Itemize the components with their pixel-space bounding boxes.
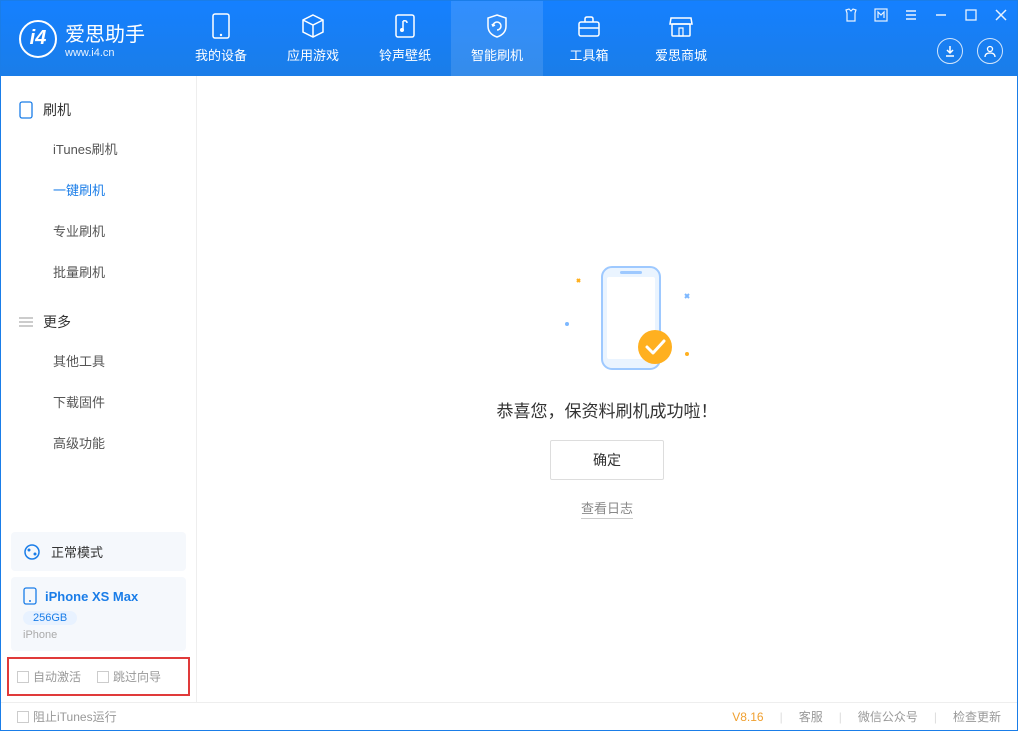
logo-icon: i4 [19,20,57,58]
device-panel: 正常模式 iPhone XS Max 256GB iPhone 自动激活 跳过向… [1,526,196,702]
checkbox-skip-guide[interactable]: 跳过向导 [97,668,161,685]
support-link[interactable]: 客服 [799,708,823,725]
sidebar-item-oneclick-flash[interactable]: 一键刷机 [1,169,196,210]
device-info[interactable]: iPhone XS Max 256GB iPhone [11,577,186,651]
view-log-link[interactable]: 查看日志 [581,498,633,519]
cube-icon [300,13,326,39]
user-button[interactable] [977,38,1003,64]
checkbox-icon [17,671,29,683]
wechat-link[interactable]: 微信公众号 [858,708,918,725]
success-message: 恭喜您，保资料刷机成功啦！ [497,397,718,422]
store-icon [668,13,694,39]
minimize-icon[interactable] [933,7,949,23]
sidebar-item-download-firmware[interactable]: 下载固件 [1,381,196,422]
device-storage: 256GB [23,611,77,625]
tab-label: 智能刷机 [471,45,523,64]
tab-store[interactable]: 爱思商城 [635,1,727,76]
app-name: 爱思助手 [65,18,145,47]
sidebar: 刷机 iTunes刷机 一键刷机 专业刷机 批量刷机 更多 其他工具 下载固件 … [1,76,197,702]
device-type: iPhone [23,629,174,641]
feedback-icon[interactable] [873,7,889,23]
tab-apps[interactable]: 应用游戏 [267,1,359,76]
tab-ringtones[interactable]: 铃声壁纸 [359,1,451,76]
titlebar: i4 爱思助手 www.i4.cn 我的设备 应用游戏 铃声壁纸 智能刷机 工具… [1,1,1017,76]
shield-refresh-icon [484,13,510,39]
check-update-link[interactable]: 检查更新 [953,708,1001,725]
checkbox-icon [97,671,109,683]
checkbox-block-itunes[interactable]: 阻止iTunes运行 [17,708,117,725]
window-controls [843,7,1009,23]
tab-label: 应用游戏 [287,45,339,64]
tab-toolbox[interactable]: 工具箱 [543,1,635,76]
tab-label: 工具箱 [569,45,608,64]
tab-my-device[interactable]: 我的设备 [175,1,267,76]
ok-button[interactable]: 确定 [550,440,664,480]
sidebar-item-other-tools[interactable]: 其他工具 [1,340,196,381]
download-button[interactable] [937,38,963,64]
tab-label: 爱思商城 [655,45,707,64]
checkbox-icon [17,711,29,723]
app-url: www.i4.cn [65,47,145,59]
success-illustration [547,259,667,379]
main-content: 恭喜您，保资料刷机成功啦！ 确定 查看日志 [197,76,1017,702]
checkbox-auto-activate[interactable]: 自动激活 [17,668,81,685]
tab-flash[interactable]: 智能刷机 [451,1,543,76]
sidebar-section-more: 更多 [1,304,196,340]
mode-icon [23,543,41,561]
sidebar-section-flash: 刷机 [1,92,196,128]
device-phone-icon [23,587,37,605]
toolbox-icon [576,13,602,39]
success-panel: 恭喜您，保资料刷机成功啦！ 确定 查看日志 [497,259,718,519]
sidebar-item-itunes-flash[interactable]: iTunes刷机 [1,128,196,169]
list-icon [19,315,33,329]
logo[interactable]: i4 爱思助手 www.i4.cn [1,18,163,59]
tab-label: 我的设备 [195,45,247,64]
device-mode[interactable]: 正常模式 [11,532,186,571]
options-highlighted: 自动激活 跳过向导 [7,657,190,696]
tab-label: 铃声壁纸 [379,45,431,64]
music-icon [392,13,418,39]
menu-icon[interactable] [903,7,919,23]
statusbar: 阻止iTunes运行 V8.16 | 客服 | 微信公众号 | 检查更新 [1,702,1017,730]
maximize-icon[interactable] [963,7,979,23]
phone-icon [19,101,33,119]
header-actions [937,38,1003,64]
shirt-icon[interactable] [843,7,859,23]
device-name: iPhone XS Max [45,589,138,604]
sidebar-item-pro-flash[interactable]: 专业刷机 [1,210,196,251]
sidebar-item-advanced[interactable]: 高级功能 [1,422,196,463]
sidebar-item-batch-flash[interactable]: 批量刷机 [1,251,196,292]
version-label: V8.16 [732,710,763,724]
close-icon[interactable] [993,7,1009,23]
main-tabs: 我的设备 应用游戏 铃声壁纸 智能刷机 工具箱 爱思商城 [175,1,727,76]
device-icon [208,13,234,39]
